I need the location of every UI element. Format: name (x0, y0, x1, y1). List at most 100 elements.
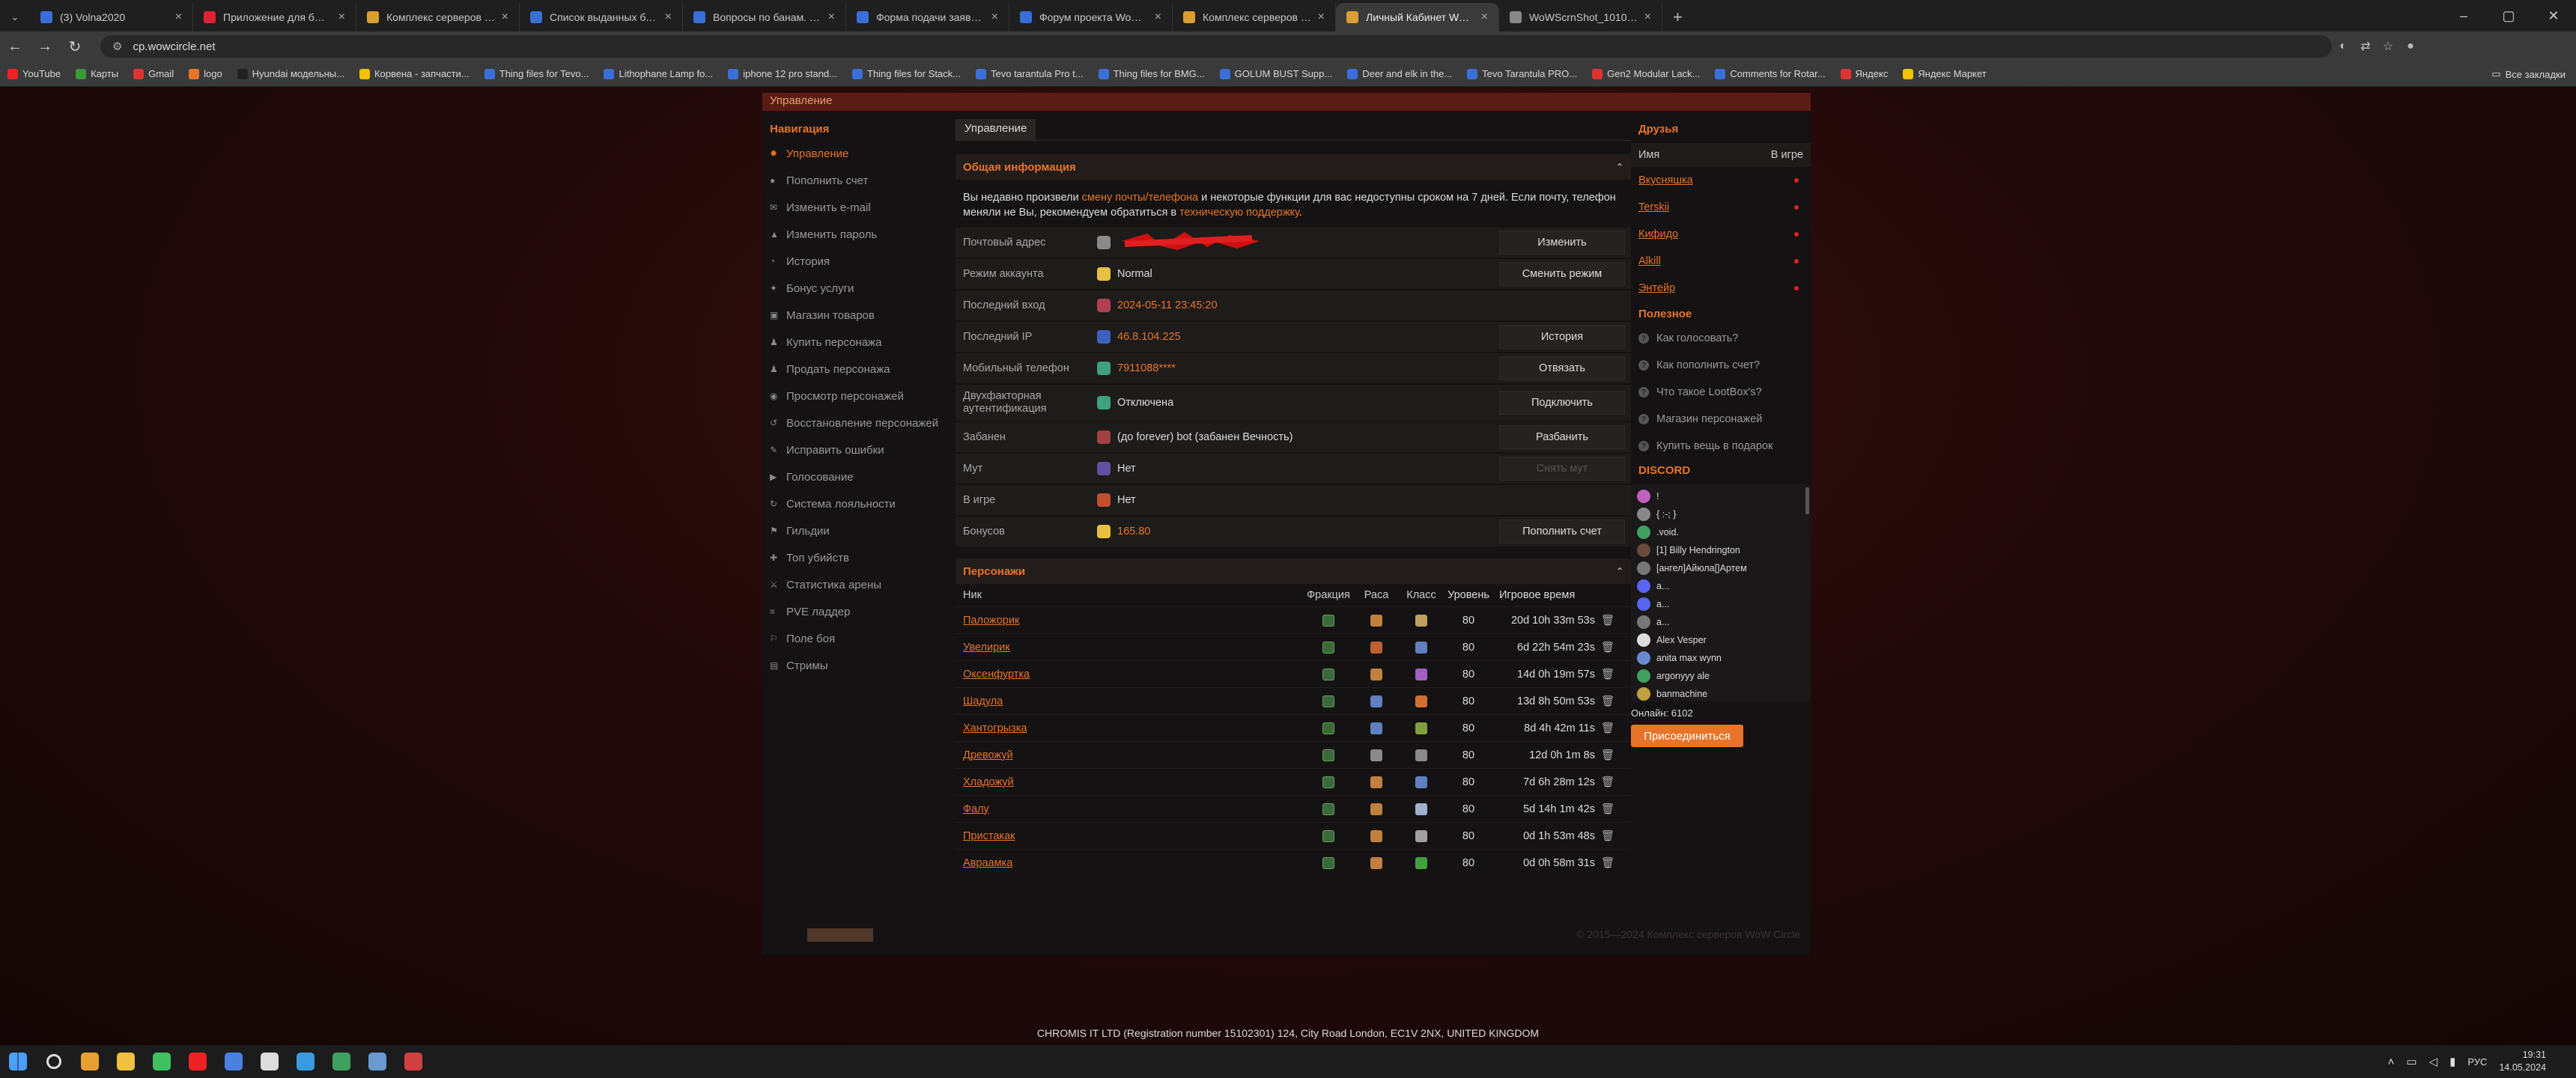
discord-join-button[interactable]: Присоединиться (1631, 725, 1743, 747)
trash-icon[interactable]: 🗑 (1595, 641, 1620, 654)
back-icon[interactable]: ← (0, 38, 30, 55)
bookmark-item[interactable]: Gen2 Modular Lack... (1592, 68, 1700, 79)
tab-close-icon[interactable]: × (1155, 10, 1161, 24)
nav-item[interactable]: ◉ Просмотр персонажей (762, 383, 950, 409)
tab-close-icon[interactable]: × (828, 10, 835, 24)
forward-icon[interactable]: → (30, 38, 60, 55)
tab-list-button[interactable]: ⌄ (0, 3, 30, 31)
tab-close-icon[interactable]: × (1481, 10, 1488, 24)
bookmark-item[interactable]: Thing files for Stack... (852, 68, 961, 79)
character-name-link[interactable]: Паложорик (963, 615, 1303, 627)
bookmark-item[interactable]: Карты (76, 68, 118, 79)
discord-member[interactable]: { :-; } (1631, 505, 1811, 523)
bookmark-item[interactable]: Gmail (133, 68, 174, 79)
nav-item[interactable]: ⚐ Поле боя (762, 625, 950, 652)
nav-item[interactable]: ◔ История (762, 248, 950, 275)
taskbar-app[interactable] (108, 1045, 144, 1078)
battery-icon[interactable]: ▮ (2449, 1055, 2455, 1068)
network-icon[interactable]: ▭ (2406, 1055, 2416, 1068)
discord-widget[interactable]: ! { :-; } .void. [1] Billy Hendrington [анге… (1631, 484, 1811, 701)
clock[interactable]: 19:31 14.05.2024 (2499, 1049, 2546, 1074)
info-action-button[interactable]: История (1499, 325, 1625, 349)
character-name-link[interactable]: Пристакак (963, 830, 1303, 842)
friend-name-link[interactable]: Кифидо (1638, 228, 1678, 240)
character-name-link[interactable]: Хантогрызка (963, 722, 1303, 734)
browser-tab[interactable]: Комплекс серверов - WoW Ci × (356, 3, 520, 31)
nav-item[interactable]: ▣ Магазин товаров (762, 302, 950, 329)
character-name-link[interactable]: Увелирик (963, 642, 1303, 654)
tab-close-icon[interactable]: × (991, 10, 998, 24)
bookmark-item[interactable]: logo (189, 68, 222, 79)
address-bar[interactable]: ⚙ cp.wowcircle.net (100, 35, 2332, 58)
character-name-link[interactable]: Фалу (963, 803, 1303, 815)
character-name-link[interactable]: Шадула (963, 695, 1303, 707)
bookmark-item[interactable]: Tevo Tarantula PRO... (1467, 68, 1577, 79)
browser-tab[interactable]: Форум проекта WoW Circle × (1009, 3, 1173, 31)
bookmark-item[interactable]: Корвена - запчасти... (359, 68, 470, 79)
taskbar-app[interactable] (359, 1045, 395, 1078)
extension-icon[interactable]: ◐ (2332, 40, 2354, 53)
bookmark-item[interactable]: YouTube (7, 68, 61, 79)
useful-link[interactable]: ? Купить вещь в подарок (1631, 433, 1811, 460)
nav-item[interactable]: ♟ Купить персонажа (762, 329, 950, 356)
character-name-link[interactable]: Авраамка (963, 857, 1303, 869)
nav-item[interactable]: ✚ Топ убийств (762, 544, 950, 571)
discord-member[interactable]: a... (1631, 595, 1811, 613)
taskbar-app[interactable] (323, 1045, 359, 1078)
trash-icon[interactable]: 🗑 (1595, 614, 1620, 627)
discord-member[interactable]: [1] Billy Hendrington (1631, 541, 1811, 559)
useful-link[interactable]: ? Магазин персонажей (1631, 406, 1811, 433)
nav-item[interactable]: ▤ Стримы (762, 652, 950, 679)
bookmark-star-icon[interactable]: ☆ (2377, 39, 2399, 54)
browser-tab[interactable]: Вопросы по банам. Обжалов × (683, 3, 846, 31)
trash-icon[interactable]: 🗑 (1595, 722, 1620, 734)
bookmark-item[interactable]: iphone 12 pro stand... (728, 68, 837, 79)
bookmark-item[interactable]: Hyundai модельны... (237, 68, 344, 79)
useful-link[interactable]: ? Как пополнить счет? (1631, 352, 1811, 379)
info-action-button[interactable]: Подключить (1499, 391, 1625, 415)
nav-item[interactable]: ▶ Голосование (762, 463, 950, 490)
useful-link[interactable]: ? Что такое LootBox's? (1631, 379, 1811, 406)
taskbar-app[interactable] (395, 1045, 431, 1078)
trash-icon[interactable]: 🗑 (1595, 856, 1620, 869)
tab-close-icon[interactable]: × (1644, 10, 1651, 24)
character-name-link[interactable]: Древожуй (963, 749, 1303, 761)
nav-item[interactable]: ✎ Исправить ошибки (762, 436, 950, 463)
bookmark-item[interactable]: Яндекс (1840, 68, 1888, 79)
volume-icon[interactable]: ◁ (2429, 1055, 2438, 1068)
chevron-up-icon[interactable]: ˄ (2388, 1056, 2395, 1068)
trash-icon[interactable]: 🗑 (1595, 695, 1620, 707)
friend-name-link[interactable]: Terskii (1638, 201, 1669, 213)
all-bookmarks-button[interactable]: ▭ Все закладки (2491, 61, 2566, 87)
discord-member[interactable]: a... (1631, 577, 1811, 595)
maximize-icon[interactable]: ▢ (2486, 0, 2531, 31)
info-action-button[interactable]: Разбанить (1499, 425, 1625, 449)
nav-item[interactable]: ● Пополнить счет (762, 167, 950, 194)
characters-header[interactable]: Персонажи ⌃ (956, 558, 1631, 584)
bookmark-item[interactable]: GOLUM BUST Supp... (1219, 68, 1332, 79)
nav-item[interactable]: ↻ Система лояльности (762, 490, 950, 517)
profile-icon[interactable]: ● (2399, 40, 2422, 53)
trash-icon[interactable]: 🗑 (1595, 776, 1620, 788)
new-tab-button[interactable]: + (1662, 3, 1693, 31)
bookmark-item[interactable]: Thing files for Tevo... (484, 68, 589, 79)
nav-item[interactable]: ≡ PVE ладдер (762, 598, 950, 625)
friend-name-link[interactable]: Вкусняшка (1638, 174, 1693, 186)
nav-item[interactable]: ✉ Изменить e-mail (762, 194, 950, 221)
info-action-button[interactable]: Отвязать (1499, 356, 1625, 380)
info-action-button[interactable]: Снять мут (1499, 457, 1625, 481)
support-link[interactable]: техническую поддержку (1179, 207, 1299, 219)
general-info-header[interactable]: Общая информация ⌃ (956, 154, 1631, 180)
close-window-icon[interactable]: ✕ (2531, 0, 2576, 31)
minimize-icon[interactable]: – (2441, 0, 2486, 31)
nav-item[interactable]: ✦ Бонус услуги (762, 275, 950, 302)
info-action-button[interactable]: Изменить (1499, 231, 1625, 255)
trash-icon[interactable]: 🗑 (1595, 803, 1620, 815)
bookmark-item[interactable]: Comments for Rotar... (1715, 68, 1826, 79)
nav-item[interactable]: ⚑ Гильдии (762, 517, 950, 544)
browser-tab[interactable]: WoWScrnShot_101022_23113 × (1499, 3, 1662, 31)
friend-name-link[interactable]: Alkill (1638, 255, 1661, 267)
trash-icon[interactable]: 🗑 (1595, 668, 1620, 680)
trash-icon[interactable]: 🗑 (1595, 829, 1620, 842)
discord-member[interactable]: anita max wynn (1631, 649, 1811, 667)
